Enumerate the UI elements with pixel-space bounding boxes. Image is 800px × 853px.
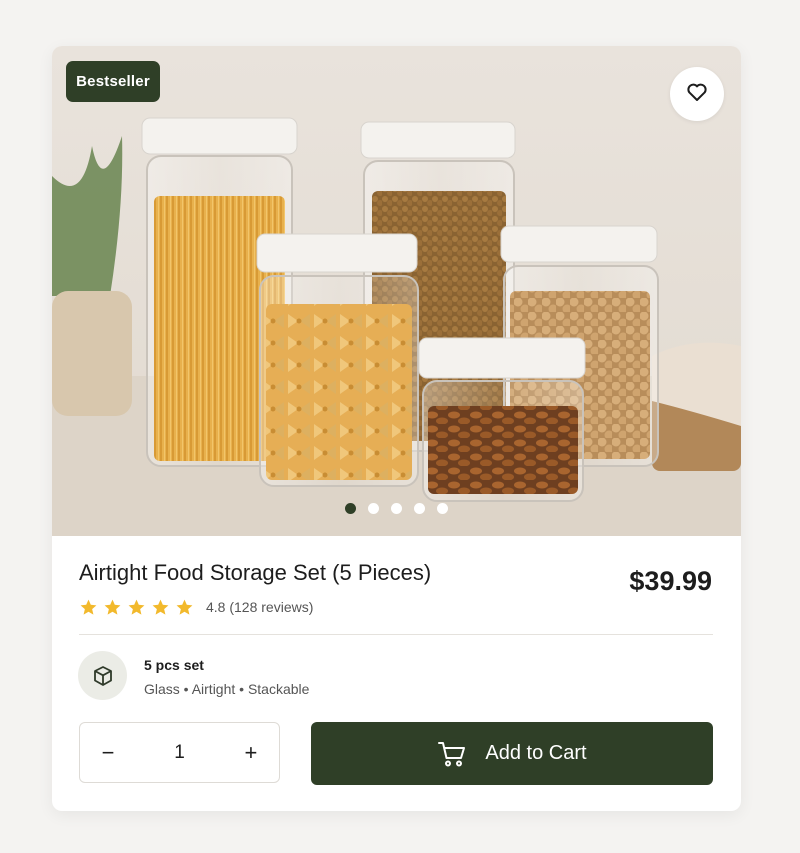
quantity-value[interactable]: 1 (174, 742, 185, 764)
add-to-cart-label: Add to Cart (485, 742, 587, 764)
divider (79, 634, 713, 635)
quantity-stepper: − 1 + (79, 722, 280, 783)
product-image (52, 117, 741, 536)
spec-title: 5 pcs set (144, 657, 204, 673)
cart-icon (437, 740, 467, 768)
gallery-dot[interactable] (414, 503, 425, 514)
add-to-cart-button[interactable]: Add to Cart (311, 722, 713, 785)
product-image-gallery[interactable]: Bestseller (52, 46, 741, 536)
rating: 4.8 (128 reviews) (79, 596, 313, 618)
star-icon (80, 599, 97, 615)
gallery-dot[interactable] (368, 503, 379, 514)
gallery-dot[interactable] (391, 503, 402, 514)
spec-details: Glass • Airtight • Stackable (144, 681, 310, 697)
bestseller-badge: Bestseller (66, 61, 160, 102)
product-price: $39.99 (629, 566, 712, 596)
decrease-quantity-button[interactable]: − (80, 723, 136, 782)
box-icon (78, 651, 127, 700)
rating-text: 4.8 (128 reviews) (206, 599, 314, 615)
increase-quantity-button[interactable]: + (223, 723, 279, 782)
favorite-button[interactable] (670, 67, 724, 121)
star-icon (128, 599, 145, 615)
gallery-dot[interactable] (345, 503, 356, 514)
star-icon (152, 599, 169, 615)
product-card: Bestseller Airtight Food Storage Set (5 … (52, 46, 741, 811)
star-rating (79, 598, 194, 617)
gallery-dot[interactable] (437, 503, 448, 514)
star-icon (104, 599, 121, 615)
star-icon (176, 599, 193, 615)
product-title: Airtight Food Storage Set (5 Pieces) (79, 560, 432, 585)
heart-icon (685, 80, 709, 109)
gallery-pagination (52, 503, 741, 514)
